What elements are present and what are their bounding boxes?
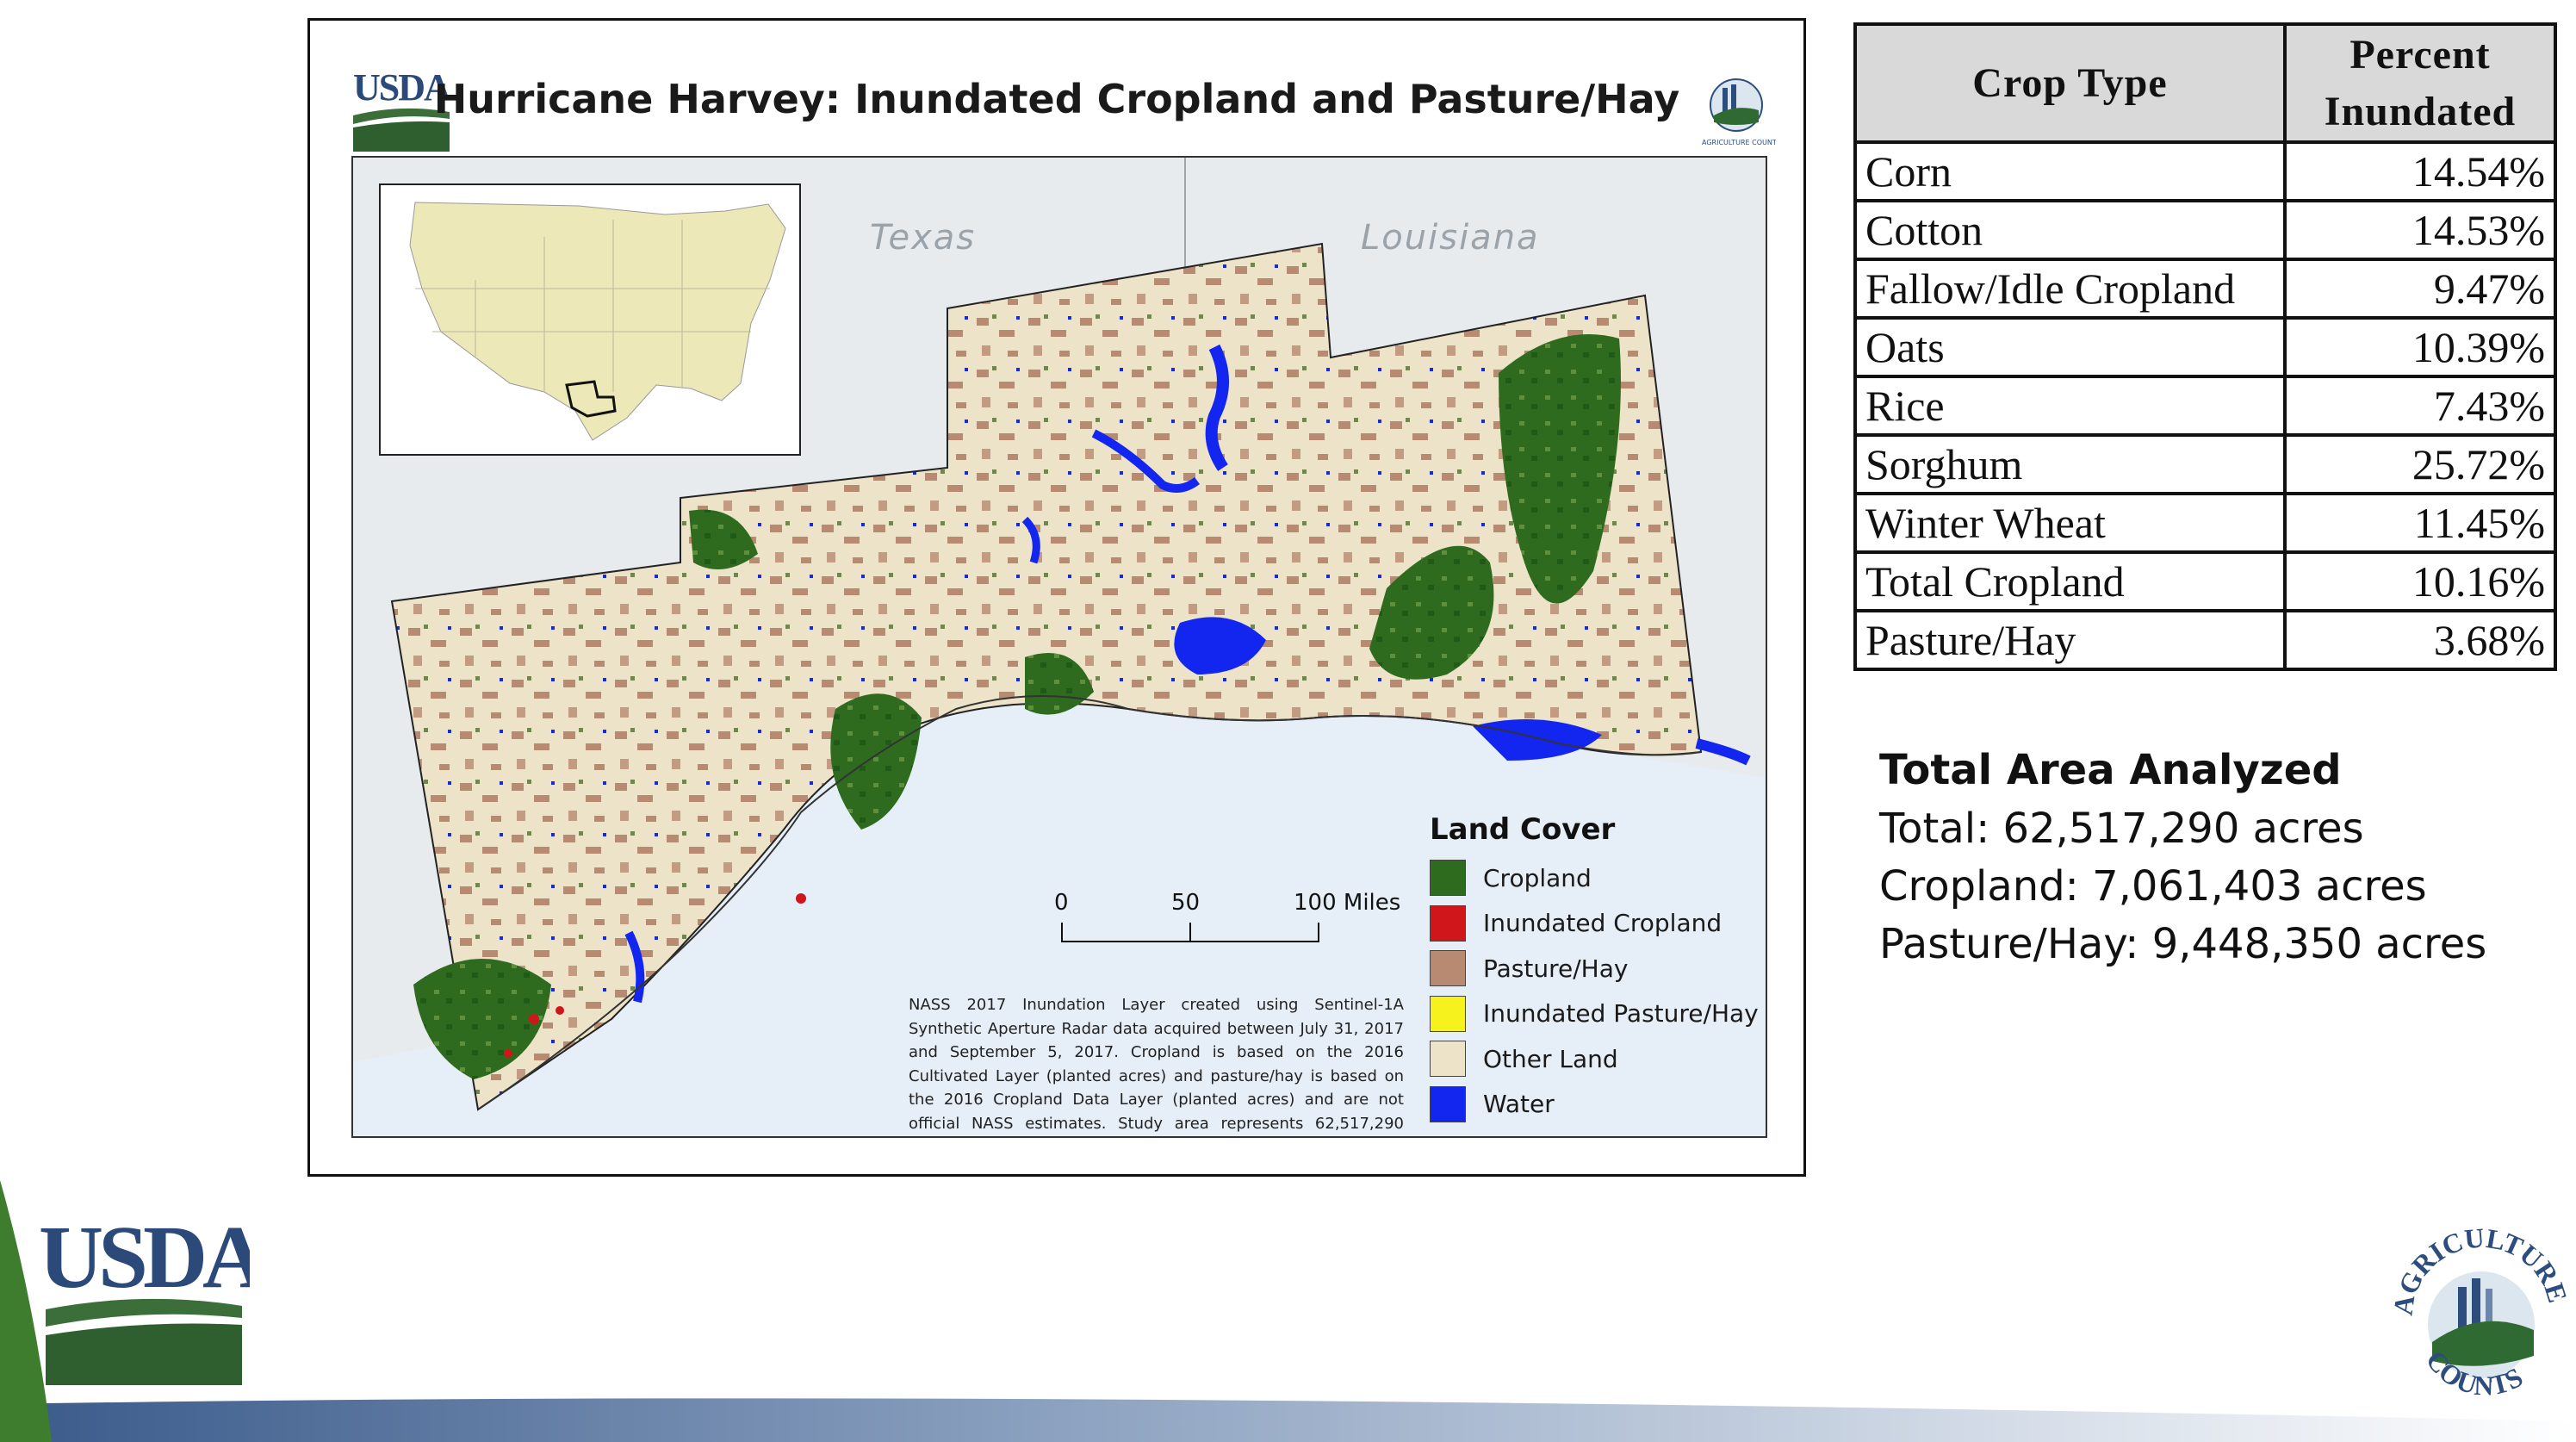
table-row: Winter Wheat 11.45% [1853, 492, 2557, 554]
map-panel: Texas Louisiana 0 50 100 Miles NASS 2017… [351, 156, 1767, 1138]
legend-label: Water [1483, 1090, 1555, 1119]
map-note: NASS 2017 Inundation Layer created using… [909, 996, 1404, 1133]
state-label-texas: Texas [870, 218, 977, 258]
total-area-summary: Total Area Analyzed Total: 62,517,290 ac… [1879, 746, 2486, 978]
crop-percent: 7.43% [2283, 375, 2557, 437]
crop-percent: 14.53% [2283, 199, 2557, 261]
legend-label: Cropland [1483, 863, 1592, 892]
crop-percent: 25.72% [2283, 433, 2557, 495]
crop-percent: 11.45% [2283, 492, 2557, 554]
map-legend: Land Cover Cropland Inundated Cropland P… [1430, 812, 1759, 1128]
crop-name: Oats [1853, 316, 2287, 378]
crop-percent: 10.39% [2283, 316, 2557, 378]
scale-bar: 0 50 100 Miles [1054, 890, 1400, 942]
crop-name: Fallow/Idle Cropland [1853, 258, 2287, 320]
legend-swatch [1430, 860, 1466, 897]
crop-name: Sorghum [1853, 433, 2287, 495]
legend-item-water: Water [1430, 1082, 1757, 1128]
legend-swatch [1430, 904, 1466, 942]
agriculture-counts-logo: AGRICULTURE COUNTS [2391, 1221, 2572, 1401]
legend-swatch [1430, 950, 1466, 987]
table-row: Fallow/Idle Cropland 9.47% [1853, 258, 2557, 320]
crop-percent: 10.16% [2283, 550, 2557, 612]
state-label-louisiana: Louisiana [1361, 218, 1540, 258]
crop-inundation-table: Crop Type Percent Inundated Corn 14.54% C… [1853, 22, 2557, 671]
legend-swatch [1430, 995, 1466, 1032]
legend-item-other-land: Other Land [1430, 1036, 1757, 1082]
legend-item-inundated-cropland: Inundated Cropland [1430, 901, 1757, 947]
crop-percent: 9.47% [2283, 258, 2557, 320]
legend-swatch [1430, 1085, 1466, 1122]
ag-logo-text: AGRICULTURE COUNTS [1702, 139, 1776, 146]
crop-name: Winter Wheat [1853, 492, 2287, 554]
table-row: Sorghum 25.72% [1853, 433, 2557, 495]
legend-label: Inundated Pasture/Hay [1483, 999, 1759, 1029]
legend-item-cropland: Cropland [1430, 855, 1757, 901]
crop-name: Total Cropland [1853, 550, 2287, 612]
legend-item-pasture-hay: Pasture/Hay [1430, 946, 1757, 991]
map-figure: USDA Hurricane Harvey: Inundated Croplan… [307, 18, 1806, 1177]
crop-percent: 3.68% [2283, 609, 2557, 671]
legend-label: Pasture/Hay [1483, 954, 1629, 983]
scale-bar-line [1061, 923, 1319, 942]
legend-title: Land Cover [1430, 812, 1616, 847]
table-header-row: Crop Type Percent Inundated [1853, 22, 2557, 144]
scale-label-0: 0 [1054, 890, 1069, 916]
legend-label: Inundated Cropland [1483, 909, 1723, 938]
table-row: Pasture/Hay 3.68% [1853, 609, 2557, 671]
crop-name: Cotton [1853, 199, 2287, 261]
crop-name: Pasture/Hay [1853, 609, 2287, 671]
table-row: Cotton 14.53% [1853, 199, 2557, 261]
totals-title: Total Area Analyzed [1879, 746, 2342, 794]
inset-us-outline [381, 185, 799, 454]
crop-name: Rice [1853, 375, 2287, 437]
usda-logo: USDA [39, 1216, 250, 1385]
header-percent-inundated: Percent Inundated [2283, 22, 2557, 144]
totals-total: Total: 62,517,290 acres [1879, 805, 2364, 853]
table-row: Corn 14.54% [1853, 140, 2557, 202]
legend-label: Other Land [1483, 1044, 1618, 1073]
crop-name: Corn [1853, 140, 2287, 202]
scale-label-50: 50 [1171, 890, 1201, 916]
table-row: Oats 10.39% [1853, 316, 2557, 378]
inset-map [379, 183, 801, 456]
footer-gradient-band [0, 1398, 2576, 1442]
legend-item-inundated-pasture-hay: Inundated Pasture/Hay [1430, 991, 1759, 1037]
table-row: Rice 7.43% [1853, 375, 2557, 437]
header-crop-type: Crop Type [1853, 22, 2287, 144]
scale-label-100: 100 Miles [1294, 890, 1401, 916]
totals-cropland: Cropland: 7,061,403 acres [1879, 862, 2427, 911]
legend-swatch [1430, 1041, 1466, 1078]
usda-logo-text: USDA [39, 1216, 250, 1307]
table-row: Total Cropland 10.16% [1853, 550, 2557, 612]
map-title: Hurricane Harvey: Inundated Cropland and… [433, 76, 1680, 122]
agriculture-counts-logo: AGRICULTURE COUNTS [1702, 78, 1776, 146]
crop-percent: 14.54% [2283, 140, 2557, 202]
totals-pasture-hay: Pasture/Hay: 9,448,350 acres [1879, 920, 2487, 968]
